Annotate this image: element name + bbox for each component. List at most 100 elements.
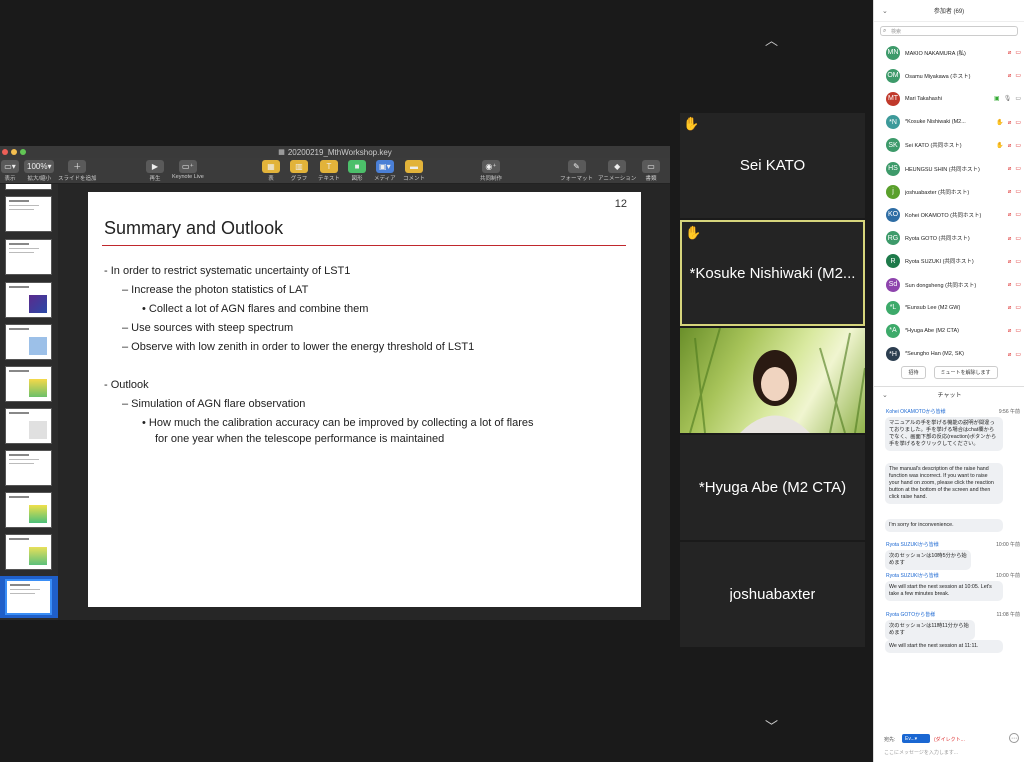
- bullet-level3: • How much the calibration accuracy can …: [142, 417, 534, 429]
- participant-row[interactable]: Sd Sun dongsheng (共同ホスト) ⌀ ▭: [874, 273, 1024, 296]
- mic-muted-icon[interactable]: ⌀: [1008, 304, 1012, 311]
- collaborate-button[interactable]: ◉⁺ 共同制作: [480, 160, 502, 182]
- participant-row[interactable]: OM Osamu Miyakawa (ホスト) ⌀ ▭: [874, 64, 1024, 87]
- mic-muted-icon[interactable]: ⌀: [1008, 119, 1012, 126]
- chat-bubble: マニュアルの手を挙げる機能の説明が間違っておりました。手を挙げる場合はchat欄…: [885, 417, 1003, 451]
- avatar: *L: [886, 300, 900, 315]
- participant-row[interactable]: MT Mari Takahashi ▣ 🎙 ▭: [874, 87, 1024, 110]
- slide-thumbnail[interactable]: [5, 534, 52, 570]
- participant-search-input[interactable]: ⌕ 検索: [880, 26, 1018, 36]
- participant-name: Sun dongsheng (共同ホスト): [905, 282, 977, 289]
- chevron-up-icon[interactable]: ︿: [765, 30, 778, 49]
- raised-hand-icon: ✋: [996, 142, 1004, 149]
- more-icon[interactable]: ⋯: [1009, 733, 1019, 743]
- slide-navigator[interactable]: [0, 184, 58, 620]
- participant-row[interactable]: *A *Hyuga Abe (M2 CTA) ⌀ ▭: [874, 319, 1024, 342]
- participant-status: ⌀ ▭: [1008, 188, 1021, 195]
- mic-muted-icon[interactable]: ⌀: [1008, 351, 1012, 358]
- participant-row[interactable]: j joshuabaxter (共同ホスト) ⌀ ▭: [874, 180, 1024, 203]
- slide-thumbnail-current[interactable]: [5, 579, 52, 615]
- play-button[interactable]: ▶ 再生: [146, 160, 164, 182]
- participant-row[interactable]: HS HEUNGSU SHIN (共同ホスト) ⌀ ▭: [874, 157, 1024, 180]
- participant-row[interactable]: RG Ryota GOTO (共同ホスト) ⌀ ▭: [874, 227, 1024, 250]
- invite-button[interactable]: 招待: [901, 366, 926, 379]
- document-button[interactable]: ▭ 書類: [642, 160, 660, 182]
- table-button[interactable]: ▦ 表: [262, 160, 280, 182]
- chevron-down-icon[interactable]: ⌄: [882, 391, 888, 399]
- slide-thumbnail[interactable]: [5, 492, 52, 528]
- chevron-down-icon[interactable]: ⌄: [882, 7, 888, 15]
- mic-muted-icon[interactable]: ⌀: [1008, 188, 1012, 195]
- view-button[interactable]: ▭▾ 表示: [1, 160, 19, 182]
- mic-muted-icon[interactable]: ⌀: [1008, 72, 1012, 79]
- mic-muted-icon[interactable]: ⌀: [1008, 165, 1012, 172]
- slide-thumbnail[interactable]: [5, 450, 52, 486]
- participant-row[interactable]: *H *Seungho Han (M2, SK) ⌀ ▭: [874, 343, 1024, 366]
- mic-muted-icon[interactable]: ⌀: [1008, 327, 1012, 334]
- chat-title: チャット: [937, 393, 962, 399]
- slide-thumbnail[interactable]: [5, 184, 52, 190]
- camera-off-icon: ▭: [1015, 189, 1021, 196]
- shape-button[interactable]: ■ 図形: [348, 160, 366, 182]
- video-tile[interactable]: *Hyuga Abe (M2 CTA): [680, 435, 865, 540]
- chart-button[interactable]: ▥ グラフ: [290, 160, 308, 182]
- participant-name: *Kosuke Nishiwaki (M2...: [905, 119, 966, 126]
- participant-name: Ryota SUZUKI (共同ホスト): [905, 259, 974, 266]
- side-panel: ⌄ 参加者 (69) ⌕ 検索 MN MAKIO NAKAMURA (私) ⌀ ▭ OM…: [873, 0, 1024, 762]
- video-tile[interactable]: joshuabaxter: [680, 542, 865, 647]
- slide-thumbnail[interactable]: [5, 408, 52, 444]
- shape-icon: ■: [348, 160, 366, 173]
- bullet-level2: – Increase the photon statistics of LAT: [122, 284, 309, 296]
- mic-muted-icon[interactable]: ⌀: [1008, 211, 1012, 218]
- chat-bubble: The manual's description of the raise ha…: [885, 463, 1003, 504]
- slide-thumbnail[interactable]: [5, 366, 52, 402]
- zoom-button[interactable]: 100% ▾ 拡大/縮小: [24, 160, 55, 182]
- mic-muted-icon[interactable]: ⌀: [1008, 281, 1012, 288]
- mic-muted-icon[interactable]: ⌀: [1008, 235, 1012, 242]
- unmute-button[interactable]: ミュートを解除します: [933, 366, 998, 379]
- participant-row[interactable]: R Ryota SUZUKI (共同ホスト) ⌀ ▭: [874, 250, 1024, 273]
- camera-off-icon: ▭: [1015, 166, 1021, 172]
- mic-muted-icon[interactable]: ⌀: [1008, 49, 1012, 56]
- mic-muted-icon[interactable]: ⌀: [1008, 142, 1012, 149]
- add-slide-button[interactable]: ＋スライドを追加: [58, 160, 97, 182]
- slide-thumbnail[interactable]: [5, 282, 52, 318]
- animate-icon: ◆: [608, 160, 627, 173]
- participant-row[interactable]: KO Kohei OKAMOTO (共同ホスト) ⌀ ▭: [874, 203, 1024, 226]
- chat-header: ⌄ チャット: [874, 386, 1024, 402]
- plus-icon: ＋: [68, 160, 87, 173]
- camera-off-icon: ▭: [1015, 119, 1021, 126]
- recipient-select[interactable]: Ev... ▾: [902, 734, 930, 743]
- avatar: MN: [886, 45, 900, 60]
- video-tile[interactable]: ✋ Sei KATO: [680, 113, 865, 218]
- slide-thumbnail[interactable]: [5, 196, 52, 232]
- chat-sender: Kohei OKAMOTOから皆様: [886, 409, 946, 415]
- video-tile-camera[interactable]: [680, 328, 865, 433]
- participant-row[interactable]: *L *Eunsub Lee (M2 GW) ⌀ ▭: [874, 296, 1024, 319]
- keynote-live-button[interactable]: ▭⁺ Keynote Live: [172, 160, 204, 180]
- slide-thumbnail[interactable]: [5, 239, 52, 275]
- participant-status: ⌀ ▭: [1008, 211, 1021, 218]
- slide-canvas[interactable]: 12 Summary and Outlook - In order to res…: [88, 192, 641, 607]
- camera-off-icon: ▭: [1015, 142, 1021, 149]
- mic-muted-icon[interactable]: ⌀: [1008, 258, 1012, 265]
- participant-row[interactable]: MN MAKIO NAKAMURA (私) ⌀ ▭: [874, 41, 1024, 64]
- format-button[interactable]: ✎ フォーマット: [560, 160, 593, 182]
- avatar: MT: [886, 91, 900, 106]
- chevron-down-icon[interactable]: ﹀: [765, 716, 778, 735]
- comment-button[interactable]: ▬ コメント: [403, 160, 425, 182]
- text-button[interactable]: T テキスト: [318, 160, 340, 182]
- participant-row[interactable]: SK Sei KATO (共同ホスト) ✋ ⌀ ▭: [874, 134, 1024, 157]
- keynote-body: 12 Summary and Outlook - In order to res…: [0, 184, 670, 620]
- slide-thumbnail[interactable]: [5, 324, 52, 360]
- camera-off-icon: ▭: [1015, 212, 1021, 219]
- chat-input[interactable]: ここにメッセージを入力します...: [884, 749, 958, 756]
- media-button[interactable]: ▣▾ メディア: [374, 160, 396, 182]
- video-tile-active-speaker[interactable]: ✋ *Kosuke Nishiwaki (M2...: [680, 220, 865, 326]
- participant-name: joshuabaxter: [729, 586, 816, 603]
- mic-icon[interactable]: 🎙: [1004, 95, 1012, 102]
- animate-button[interactable]: ◆ アニメーション: [598, 160, 636, 182]
- participant-row[interactable]: *N *Kosuke Nishiwaki (M2... ✋ ⌀ ▭: [874, 111, 1024, 134]
- participant-status: ⌀ ▭: [1008, 235, 1021, 242]
- window-controls[interactable]: [2, 149, 26, 155]
